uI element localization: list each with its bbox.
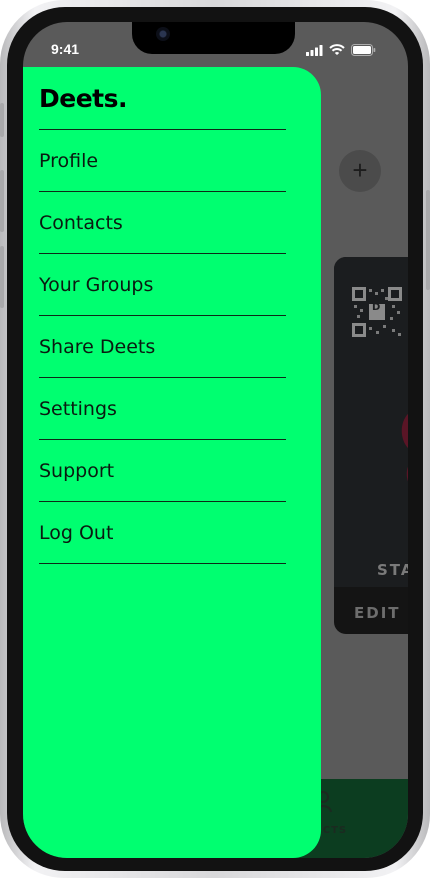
navigation-drawer: Deets. Profile Contacts Your Groups Shar… <box>23 67 321 858</box>
phone-frame: + D ST EDIT ACTS 9:41 Deets. Profile Con… <box>0 0 430 878</box>
card-artwork: D STA <box>334 257 408 587</box>
front-camera <box>156 27 170 41</box>
menu-item-log-out[interactable]: Log Out <box>39 502 286 563</box>
drawer-menu: Profile Contacts Your Groups Share Deets… <box>39 129 286 564</box>
wifi-icon <box>329 44 345 55</box>
card-decoration-icon <box>401 414 408 482</box>
status-icons <box>306 44 376 56</box>
volume-up-button <box>0 170 4 232</box>
battery-icon <box>351 44 376 56</box>
app-logo: Deets. <box>39 84 128 113</box>
menu-item-share-deets[interactable]: Share Deets <box>39 316 286 377</box>
cellular-signal-icon <box>306 44 323 56</box>
screen: + D ST EDIT ACTS 9:41 Deets. Profile Con… <box>23 22 408 858</box>
silent-switch <box>0 103 4 137</box>
menu-item-profile[interactable]: Profile <box>39 130 286 191</box>
volume-down-button <box>0 246 4 308</box>
menu-item-support[interactable]: Support <box>39 440 286 501</box>
profile-card[interactable]: D STA EDIT <box>334 257 408 634</box>
card-edit-button[interactable]: EDIT <box>354 604 401 622</box>
add-button[interactable]: + <box>339 150 381 192</box>
menu-item-settings[interactable]: Settings <box>39 378 286 439</box>
power-button <box>426 190 430 290</box>
qr-center-letter: D <box>372 302 381 313</box>
card-status-text: STA <box>377 561 408 579</box>
menu-item-contacts[interactable]: Contacts <box>39 192 286 253</box>
menu-divider <box>39 563 286 564</box>
menu-item-your-groups[interactable]: Your Groups <box>39 254 286 315</box>
notch <box>132 22 295 54</box>
status-time: 9:41 <box>51 41 80 57</box>
